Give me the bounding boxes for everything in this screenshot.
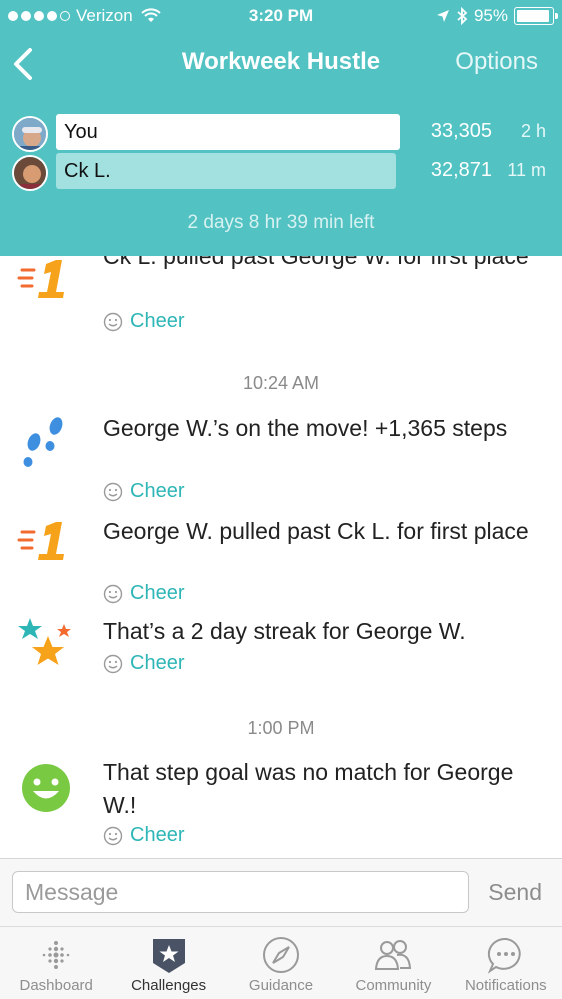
chat-bubble-icon <box>487 937 521 974</box>
tab-community[interactable]: Community <box>337 927 449 999</box>
tab-label: Community <box>355 977 432 994</box>
tab-bar: Dashboard Challenges Guidance Community … <box>0 926 562 999</box>
cheer-button[interactable]: Cheer <box>103 582 184 605</box>
leaderboard-last-sync: 2 h <box>520 121 546 141</box>
leaderboard-steps: 33,305 <box>430 120 492 142</box>
smiley-outline-icon <box>103 654 123 673</box>
time-left-label: 2 days 8 hr 39 min left <box>187 212 375 233</box>
battery-percent: 95% <box>473 6 508 25</box>
cheer-label: Cheer <box>130 310 185 332</box>
tab-label: Notifications <box>464 977 547 994</box>
challenges-star-icon <box>152 939 185 973</box>
cheer-label: Cheer <box>130 582 185 604</box>
leaderboard-row[interactable]: Ck L. 32,871 11 m <box>0 153 562 193</box>
battery-level <box>517 10 550 22</box>
leaderboard-bar: You <box>56 114 400 150</box>
location-arrow-icon <box>436 10 449 22</box>
dashboard-icon <box>42 941 70 969</box>
message-input[interactable] <box>12 871 469 913</box>
stars-icon <box>18 618 71 665</box>
activity-feed[interactable]: Ck L. pulled past George W. for first pl… <box>0 228 562 858</box>
tab-notifications[interactable]: Notifications <box>450 927 562 999</box>
tab-label: Challenges <box>131 977 207 994</box>
cheer-button[interactable]: Cheer <box>103 310 184 333</box>
feed-message: George W. pulled past Ck L. for first pl… <box>103 518 529 544</box>
tab-guidance[interactable]: Guidance <box>225 927 337 999</box>
smiley-outline-icon <box>103 312 123 331</box>
leaderboard-name: You <box>64 121 98 143</box>
cheer-button[interactable]: Cheer <box>103 824 184 847</box>
send-button[interactable]: Send <box>488 879 542 906</box>
battery-icon <box>514 7 558 25</box>
tab-label: Guidance <box>248 977 314 994</box>
leaderboard-row[interactable]: You 33,305 2 h <box>0 114 562 154</box>
cheer-label: Cheer <box>130 480 185 502</box>
leaderboard-bar: Ck L. <box>56 153 396 189</box>
message-bar: Send <box>0 858 562 926</box>
footsteps-icon <box>23 417 63 467</box>
avatar <box>12 116 48 152</box>
smiley-outline-icon <box>103 584 123 603</box>
cheer-label: Cheer <box>130 824 185 846</box>
smiley-outline-icon <box>103 482 123 501</box>
leaderboard-steps: 32,871 <box>430 159 492 181</box>
tab-challenges[interactable]: Challenges <box>112 927 224 999</box>
status-bar: Verizon 3:20 PM 95% <box>0 0 562 32</box>
feed-message: George W.’s on the move! +1,365 steps <box>103 415 508 441</box>
options-button[interactable]: Options <box>455 48 538 76</box>
tab-dashboard[interactable]: Dashboard <box>0 927 112 999</box>
leaderboard-last-sync: 11 m <box>507 160 546 180</box>
people-icon <box>375 940 412 970</box>
cheer-button[interactable]: Cheer <box>103 480 184 503</box>
smiley-outline-icon <box>103 826 123 845</box>
status-right: 95% <box>436 6 558 26</box>
challenge-header: Verizon 3:20 PM 95% Workweek Hustle Opti… <box>0 0 562 256</box>
avatar <box>12 155 48 191</box>
cheer-button[interactable]: Cheer <box>103 652 184 675</box>
feed-message: That step goal was no match for George W… <box>103 759 514 818</box>
leaderboard-name: Ck L. <box>64 160 111 182</box>
feed-timestamp: 10:24 AM <box>242 373 320 393</box>
first-place-icon <box>17 260 64 298</box>
cheer-label: Cheer <box>130 652 185 674</box>
compass-icon <box>263 937 300 973</box>
feed-timestamp: 1:00 PM <box>247 718 315 738</box>
nav-bar: Workweek Hustle Options <box>0 36 562 92</box>
tab-label: Dashboard <box>19 977 93 994</box>
bluetooth-icon <box>457 7 468 25</box>
smiley-icon <box>22 764 70 812</box>
first-place-icon <box>17 522 64 560</box>
feed-message: That’s a 2 day streak for George W. <box>103 618 466 644</box>
